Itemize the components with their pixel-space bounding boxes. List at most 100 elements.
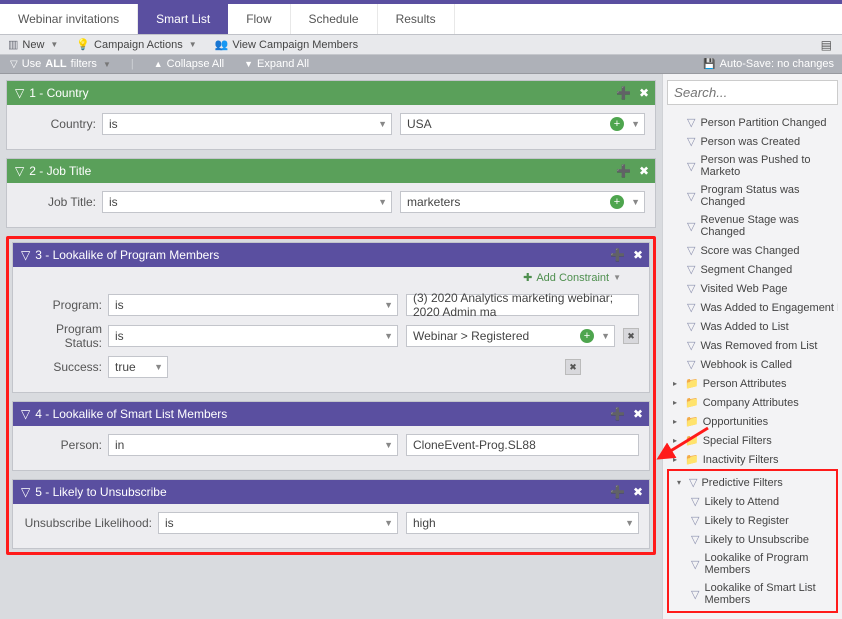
filter-country: ▽ 1 - Country ➕ ✖ Country: is▼ USA+▼ (6, 80, 656, 150)
tab-flow[interactable]: Flow (228, 4, 290, 34)
filter-item-lookalike-program[interactable]: ▽Lookalike of Program Members (671, 549, 834, 579)
campaign-actions-button[interactable]: Campaign Actions ▼ (76, 38, 196, 51)
filter-item[interactable]: ▽Segment Changed (667, 260, 838, 279)
highlighted-region: ▽ 3 - Lookalike of Program Members ➕ ✖ ✚… (6, 236, 656, 555)
operator-select[interactable]: is▼ (108, 325, 398, 347)
field-label: Unsubscribe Likelihood: (23, 516, 158, 530)
folder-opportunities[interactable]: ▸📁Opportunities (667, 412, 838, 431)
delete-icon[interactable]: ✖ (565, 359, 581, 375)
filter-item-likely-unsubscribe[interactable]: ▽Likely to Unsubscribe (671, 530, 834, 549)
value-input[interactable]: CloneEvent-Prog.SL88 (406, 434, 639, 456)
filter-title: 5 - Likely to Unsubscribe (35, 485, 166, 499)
filter-header[interactable]: ▽ 5 - Likely to Unsubscribe ➕ ✖ (13, 480, 649, 504)
value-input[interactable]: marketers+▼ (400, 191, 645, 213)
filter-item[interactable]: ▽Revenue Stage was Changed (667, 211, 838, 241)
tab-results[interactable]: Results (378, 4, 455, 34)
tab-schedule[interactable]: Schedule (291, 4, 378, 34)
filter-title: 3 - Lookalike of Program Members (35, 248, 219, 262)
value-input[interactable]: USA+▼ (400, 113, 645, 135)
use-label: Use (22, 58, 42, 70)
filter-item[interactable]: ▽Webhook is Called (667, 355, 838, 374)
field-label: Person: (23, 438, 108, 452)
new-label: New (22, 39, 44, 51)
highlighted-region: ▾▽Predictive Filters ▽Likely to Attend ▽… (667, 469, 838, 613)
close-icon[interactable]: ✖ (633, 407, 643, 421)
filter-job-title: ▽ 2 - Job Title ➕ ✖ Job Title: is▼ marke… (6, 158, 656, 228)
value-input[interactable]: Webinar > Registered+▼ (406, 325, 615, 347)
delete-icon[interactable]: ✖ (623, 328, 639, 344)
filter-item[interactable]: ▽Person was Created (667, 132, 838, 151)
filter-header[interactable]: ▽ 2 - Job Title ➕ ✖ (7, 159, 655, 183)
funnel-icon (10, 58, 18, 70)
folder-predictive-filters[interactable]: ▾▽Predictive Filters (671, 473, 834, 492)
collapse-all-button[interactable]: Collapse All (154, 58, 224, 70)
add-icon[interactable]: ➕ (610, 407, 625, 421)
filter-lookalike-program: ▽ 3 - Lookalike of Program Members ➕ ✖ ✚… (12, 242, 650, 393)
filter-item[interactable]: ▽Program Status was Changed (667, 181, 838, 211)
close-icon[interactable]: ✖ (633, 485, 643, 499)
folder-special-filters[interactable]: ▸📁Special Filters (667, 431, 838, 450)
search-input[interactable] (667, 80, 838, 105)
folder-company-attributes[interactable]: ▸📁Company Attributes (667, 393, 838, 412)
disk-icon (703, 58, 715, 70)
chevron-down-icon: ▼ (189, 40, 197, 49)
filter-likely-unsubscribe: ▽ 5 - Likely to Unsubscribe ➕ ✖ Unsubscr… (12, 479, 650, 549)
chevron-down-icon: ▼ (50, 40, 58, 49)
view-campaign-members-button[interactable]: View Campaign Members (215, 38, 358, 51)
close-icon[interactable]: ✖ (639, 86, 649, 100)
add-icon[interactable]: ➕ (610, 485, 625, 499)
filter-item[interactable]: ▽Score was Changed (667, 241, 838, 260)
plus-icon[interactable]: + (580, 329, 594, 343)
filter-item-lookalike-smartlist[interactable]: ▽Lookalike of Smart List Members (671, 579, 834, 609)
value-input[interactable]: high▼ (406, 512, 639, 534)
chevron-down-icon[interactable]: ▼ (631, 119, 640, 129)
folder-inactivity-filters[interactable]: ▸📁Inactivity Filters (667, 450, 838, 469)
filter-item[interactable]: ▽Visited Web Page (667, 279, 838, 298)
filter-item-likely-attend[interactable]: ▽Likely to Attend (671, 492, 834, 511)
main-tabs: Webinar invitations Smart List Flow Sche… (0, 4, 842, 35)
operator-select[interactable]: is▼ (102, 113, 392, 135)
close-icon[interactable]: ✖ (639, 164, 649, 178)
filter-header[interactable]: ▽ 1 - Country ➕ ✖ (7, 81, 655, 105)
filter-header[interactable]: ▽ 3 - Lookalike of Program Members ➕ ✖ (13, 243, 649, 267)
expand-all-button[interactable]: Expand All (244, 58, 309, 70)
date-icon[interactable] (821, 38, 832, 52)
chevron-down-icon[interactable]: ▼ (631, 197, 640, 207)
add-constraint-link[interactable]: ✚Add Constraint▼ (13, 267, 649, 294)
funnel-icon: ▽ (21, 248, 30, 262)
filter-item[interactable]: ▽Person was Pushed to Marketo (667, 151, 838, 181)
value-input[interactable]: (3) 2020 Analytics marketing webinar; 20… (406, 294, 639, 316)
funnel-icon: ▽ (15, 86, 24, 100)
collapse-icon (154, 58, 163, 70)
filter-item[interactable]: ▽Was Added to List (667, 317, 838, 336)
filter-item-likely-register[interactable]: ▽Likely to Register (671, 511, 834, 530)
new-button[interactable]: New ▼ (8, 38, 58, 51)
tab-webinar-invitations[interactable]: Webinar invitations (0, 4, 138, 34)
collapse-label: Collapse All (167, 58, 224, 70)
operator-select[interactable]: is▼ (158, 512, 398, 534)
chevron-down-icon[interactable]: ▼ (601, 331, 610, 341)
operator-select[interactable]: is▼ (108, 294, 398, 316)
bulb-icon (76, 38, 90, 51)
filter-item[interactable]: ▽Was Removed from List (667, 336, 838, 355)
use-all-filters[interactable]: Use ALL filters ▼ (10, 58, 111, 70)
plus-icon[interactable]: + (610, 195, 624, 209)
filter-toolbar: Use ALL filters ▼ | Collapse All Expand … (0, 55, 842, 74)
plus-icon[interactable]: + (610, 117, 624, 131)
expand-label: Expand All (257, 58, 309, 70)
add-icon[interactable]: ➕ (616, 86, 631, 100)
filter-header[interactable]: ▽ 4 - Lookalike of Smart List Members ➕ … (13, 402, 649, 426)
operator-select[interactable]: is▼ (102, 191, 392, 213)
filter-item[interactable]: ▽Person Partition Changed (667, 113, 838, 132)
filter-title: 1 - Country (29, 86, 88, 100)
filter-item[interactable]: ▽Was Added to Engagement Program (667, 298, 838, 317)
add-icon[interactable]: ➕ (610, 248, 625, 262)
operator-select[interactable]: in▼ (108, 434, 398, 456)
close-icon[interactable]: ✖ (633, 248, 643, 262)
folder-person-attributes[interactable]: ▸📁Person Attributes (667, 374, 838, 393)
people-icon (215, 38, 229, 51)
field-label: Job Title: (17, 195, 102, 209)
tab-smart-list[interactable]: Smart List (138, 4, 228, 34)
add-icon[interactable]: ➕ (616, 164, 631, 178)
value-select[interactable]: true▼ (108, 356, 168, 378)
